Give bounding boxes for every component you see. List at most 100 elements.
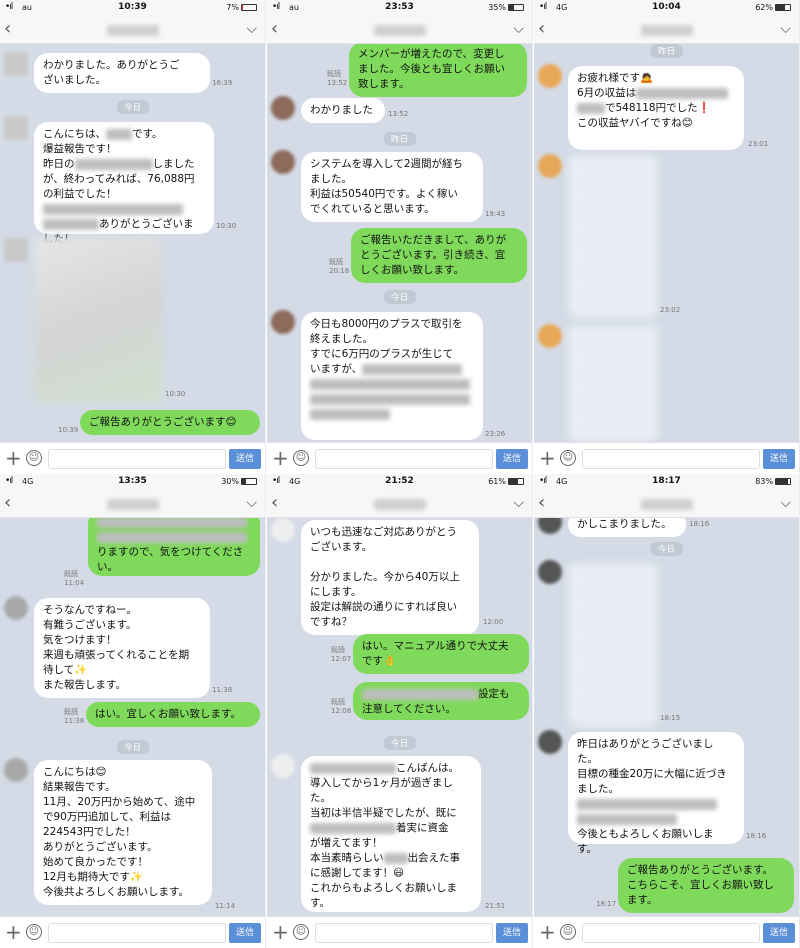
emoji-icon[interactable]: ☺ [26, 924, 42, 940]
avatar[interactable] [271, 518, 295, 542]
screenshot-attachment[interactable] [568, 562, 658, 726]
message-read: 既読 [331, 646, 345, 654]
plus-icon[interactable]: + [5, 920, 22, 944]
avatar[interactable] [271, 754, 295, 778]
redacted-text [310, 822, 396, 834]
message-bubble: こんにちは、 です。 爆益報告です！ 昨日の しました が、終わってみれば、76,0… [34, 122, 214, 245]
send-button[interactable]: 送信 [763, 923, 795, 943]
emoji-icon[interactable]: ☺ [560, 924, 576, 940]
back-chevron-icon[interactable]: ‹ [271, 492, 278, 513]
message-text: この収益ヤバイですね😊 [577, 117, 693, 129]
avatar[interactable] [538, 560, 562, 584]
avatar[interactable] [538, 154, 562, 178]
message-bubble: 昨日はありがとうございまし た。 目標の種金20万に大幅に近づき ました。 今後と… [568, 732, 744, 855]
avatar[interactable] [4, 52, 28, 76]
battery-icon [775, 478, 791, 485]
send-button[interactable]: 送信 [496, 923, 528, 943]
chat-area[interactable]: 昨日 お疲れ様です🙇 6月の収益は で548118円でした❗ この収益ヤバイですね😊 … [534, 44, 799, 442]
plus-icon[interactable]: + [5, 446, 22, 470]
message-input[interactable] [48, 449, 226, 469]
avatar[interactable] [538, 730, 562, 754]
chevron-down-icon[interactable]: ⌵ [780, 495, 791, 511]
redacted-text [310, 393, 470, 405]
chat-area[interactable]: かしこまりました。 18:16 今日 18:15 昨日はありがとうございまし た… [534, 518, 799, 916]
chevron-down-icon[interactable]: ⌵ [246, 495, 257, 511]
emoji-icon[interactable]: ☺ [293, 450, 309, 466]
avatar[interactable] [271, 96, 295, 120]
avatar[interactable] [4, 238, 28, 262]
image-attachment[interactable] [34, 238, 162, 402]
chat-area[interactable]: りますので、気をつけてくださ い。 既読 11:04 そうなんですねー。 有難う… [0, 518, 265, 916]
input-bar: + ☺ 送信 [534, 916, 799, 948]
battery-percent: 7% [226, 3, 239, 12]
plus-icon[interactable]: + [539, 446, 556, 470]
chat-area[interactable]: メンバーが増えたので、変更し ました。今後とも宜しくお願い 致します。 既読 1… [267, 44, 532, 442]
chevron-down-icon[interactable]: ⌵ [246, 21, 257, 37]
avatar[interactable] [4, 596, 28, 620]
chat-header: ‹ ⌵ [534, 490, 799, 518]
chat-area[interactable]: いつも迅速なご対応ありがとう ございます。 分かりました。今から40万以上 にし… [267, 518, 532, 916]
emoji-icon[interactable]: ☺ [26, 450, 42, 466]
battery-percent: 61% [488, 477, 506, 486]
battery-percent: 35% [488, 3, 506, 12]
avatar[interactable] [538, 518, 562, 534]
message-text: 6月の収益は [577, 87, 637, 99]
chat-panel-5: •ıl 4G 21:52 61% ‹ ⌵ いつも迅速なご対応ありがとう ございま… [267, 474, 533, 948]
message-time: 23:02 [660, 306, 681, 314]
status-bar: •ıl au 10:39 7% [0, 0, 265, 16]
message-bubble: システムを導入して2週間が経ち ました。 利益は50540円です。よく稼い でく… [301, 152, 483, 222]
chevron-down-icon[interactable]: ⌵ [513, 21, 524, 37]
date-separator: 昨日 [649, 44, 684, 58]
avatar[interactable] [271, 150, 295, 174]
redacted-text [310, 762, 396, 774]
date-separator: 今日 [115, 740, 150, 754]
send-button[interactable]: 送信 [229, 449, 261, 469]
avatar[interactable] [4, 116, 28, 140]
plus-icon[interactable]: + [272, 920, 289, 944]
chevron-down-icon[interactable]: ⌵ [513, 495, 524, 511]
send-button[interactable]: 送信 [496, 449, 528, 469]
screenshot-attachment[interactable] [568, 154, 658, 318]
message-time: 16:39 [212, 79, 233, 87]
message-time: 19:43 [485, 210, 506, 218]
message-time: 11:04 [64, 579, 85, 587]
back-chevron-icon[interactable]: ‹ [4, 492, 11, 513]
message-bubble: わかりました。ありがとうご ざいました。 [34, 53, 210, 93]
date-separator: 今日 [115, 100, 150, 114]
back-chevron-icon[interactable]: ‹ [538, 18, 545, 39]
avatar[interactable] [538, 324, 562, 348]
chat-header: ‹ ⌵ [267, 490, 532, 518]
message-input[interactable] [48, 923, 226, 943]
back-chevron-icon[interactable]: ‹ [271, 18, 278, 39]
status-bar: •ıl 4G 13:35 30% [0, 474, 265, 490]
battery-indicator: 61% [488, 477, 524, 486]
back-chevron-icon[interactable]: ‹ [4, 18, 11, 39]
back-chevron-icon[interactable]: ‹ [538, 492, 545, 513]
avatar[interactable] [4, 758, 28, 782]
message-input[interactable] [582, 449, 760, 469]
message-bubble: いつも迅速なご対応ありがとう ございます。 分かりました。今から40万以上 にし… [301, 520, 479, 635]
send-button[interactable]: 送信 [229, 923, 261, 943]
message-input[interactable] [315, 449, 493, 469]
input-bar: + ☺ 送信 [267, 916, 532, 948]
send-button[interactable]: 送信 [763, 449, 795, 469]
message-bubble-sent: ご報告いただきまして、ありが とうございます。引き続き、宜 しくお願い致します。 [351, 228, 527, 283]
emoji-icon[interactable]: ☺ [560, 450, 576, 466]
emoji-icon[interactable]: ☺ [293, 924, 309, 940]
plus-icon[interactable]: + [272, 446, 289, 470]
message-text: りますので、気をつけてくださ い。 [97, 546, 244, 573]
screenshot-attachment[interactable] [568, 324, 658, 442]
message-bubble-sent: ご報告ありがとうございます😊 [80, 410, 260, 435]
avatar[interactable] [271, 310, 295, 334]
chevron-down-icon[interactable]: ⌵ [780, 21, 791, 37]
message-input[interactable] [315, 923, 493, 943]
avatar[interactable] [538, 64, 562, 88]
message-input[interactable] [582, 923, 760, 943]
battery-icon [508, 4, 524, 11]
battery-icon [241, 4, 257, 11]
input-bar: + ☺ 送信 [534, 442, 799, 474]
plus-icon[interactable]: + [539, 920, 556, 944]
chat-area[interactable]: わかりました。ありがとうご ざいました。 16:39 今日 こんにちは、 です。 … [0, 44, 265, 442]
message-bubble-sent: メンバーが増えたので、変更し ました。今後とも宜しくお願い 致します。 [349, 44, 527, 97]
redacted-text [577, 813, 677, 825]
